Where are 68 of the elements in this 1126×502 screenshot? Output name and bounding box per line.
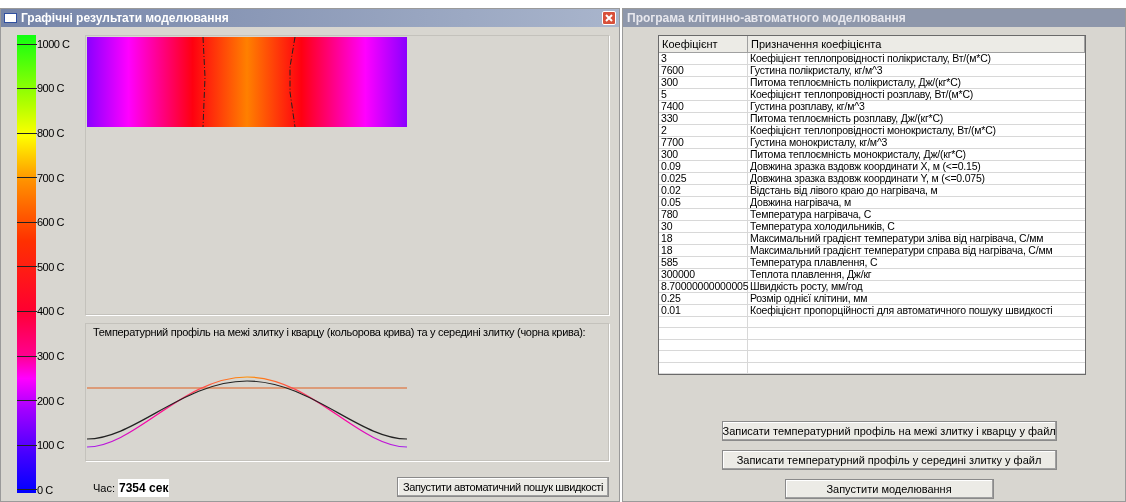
table-cell: 0.25	[659, 293, 748, 304]
table-cell: 0.09	[659, 161, 748, 172]
scale-label: 200 C	[37, 393, 64, 409]
scale-label: 600 C	[37, 215, 64, 231]
table-cell-text: Відстань від лівого краю до нагрівача, м	[749, 185, 939, 196]
table-cell: 30	[659, 221, 748, 232]
scale-label: 0 C	[37, 482, 53, 498]
table-cell-text: Швидкість росту, мм/год	[749, 281, 864, 292]
window-title: Програма клітинно-автоматного моделювання	[627, 10, 907, 27]
column-header[interactable]: Призначення коефіцієнта	[748, 36, 1085, 52]
profile-title: Температурний профіль на межі злитку і кварцу (кольорова крива) та у середині злитку (чорна крива):	[93, 325, 587, 340]
action-button[interactable]: Запустити моделювання	[784, 479, 994, 499]
action-button[interactable]: Записати температурний профіль на межі злитку і кварцу у файл	[721, 421, 1057, 441]
table-cell-text: Температура плавлення, С	[749, 257, 879, 268]
table-cell-text: Густина розплаву, кг/м^3	[749, 101, 866, 112]
table-cell-text: Коефіцієнт теплопровідності розплаву, Вт/(м*С)	[749, 89, 975, 100]
window-icon	[4, 13, 17, 23]
table-cell: 0.02	[659, 185, 748, 196]
table-cell: 8.70000000000005	[659, 281, 748, 292]
column-header[interactable]: Коефіцієнт	[659, 36, 748, 52]
table-cell-text: Довжина нагрівача, м	[749, 197, 853, 208]
table-cell-text: Питома теплоємність полікристалу, Дж/(кг*С)	[749, 77, 962, 88]
table-cell: 3	[659, 53, 748, 64]
action-button[interactable]: Запустити автоматичний пошук швидкості	[397, 477, 609, 497]
table-cell: 0.01	[659, 305, 748, 316]
table-cell-text: Питома теплоємність розплаву, Дж/(кг*С)	[749, 113, 945, 124]
table-cell: 0.05	[659, 197, 748, 208]
scale-label: 700 C	[37, 170, 64, 186]
table-cell-text: Максимальний градієнт температури справа від нагрівача, С/мм	[749, 245, 1054, 256]
table-cell: 7400	[659, 101, 748, 112]
table-cell-text: Теплота плавлення, Дж/кг	[749, 269, 873, 280]
table-cell: 0.025	[659, 173, 748, 184]
scale-label: 900 C	[37, 81, 64, 97]
table-cell-text: Температура нагрівача, С	[749, 209, 873, 220]
table-cell: 780	[659, 209, 748, 220]
table-cell: 330	[659, 113, 748, 124]
time-label: Час:	[93, 480, 115, 496]
scale-label: 100 C	[37, 438, 64, 454]
table-cell: 7600	[659, 65, 748, 76]
table-cell: 300	[659, 149, 748, 160]
scale-label: 500 C	[37, 259, 64, 275]
table-cell: 18	[659, 233, 748, 244]
table-cell-text: Густина полікристалу, кг/м^3	[749, 65, 884, 76]
scale-label: 800 C	[37, 125, 64, 141]
table-cell-text: Густина монокристалу, кг/м^3	[749, 137, 889, 148]
window-title: Графічні результати моделювання	[21, 10, 230, 27]
scale-label: 300 C	[37, 348, 64, 364]
table-cell-text: Коефіцієнт пропорційності для автоматичного пошуку швидкості	[749, 305, 1054, 316]
table-cell: 5	[659, 89, 748, 100]
scale-label: 1000 C	[37, 36, 70, 52]
close-icon[interactable]	[602, 11, 616, 25]
table-cell: 7700	[659, 137, 748, 148]
table-cell-text: Довжина зразка вздовж координати X, м (<=0.15)	[749, 161, 982, 172]
table-cell: 300000	[659, 269, 748, 280]
scale-label: 400 C	[37, 304, 64, 320]
action-button[interactable]: Записати температурний профіль у середині злитку у файл	[721, 450, 1057, 470]
table-cell-text: Розмір однієї клітини, мм	[749, 293, 869, 304]
table-cell-text: Коефіцієнт теплопровідності монокристалу, Вт/(м*С)	[749, 125, 997, 136]
table-cell: 300	[659, 77, 748, 88]
table-cell: 2	[659, 125, 748, 136]
table-cell-text: Питома теплоємність монокристалу, Дж/(кг*С)	[749, 149, 967, 160]
table-cell: 585	[659, 257, 748, 268]
table-cell-text: Коефіцієнт теплопровідності полікристалу, Вт/(м*С)	[749, 53, 992, 64]
time-value: 7354 сек	[118, 479, 170, 497]
table-cell-text: Температура холодильників, С	[749, 221, 896, 232]
table-cell-text: Максимальний градієнт температури зліва від нагрівача, С/мм	[749, 233, 1045, 244]
table-cell-text: Довжина зразка вздовж координати Y, м (<=0.075)	[749, 173, 986, 184]
table-cell: 18	[659, 245, 748, 256]
